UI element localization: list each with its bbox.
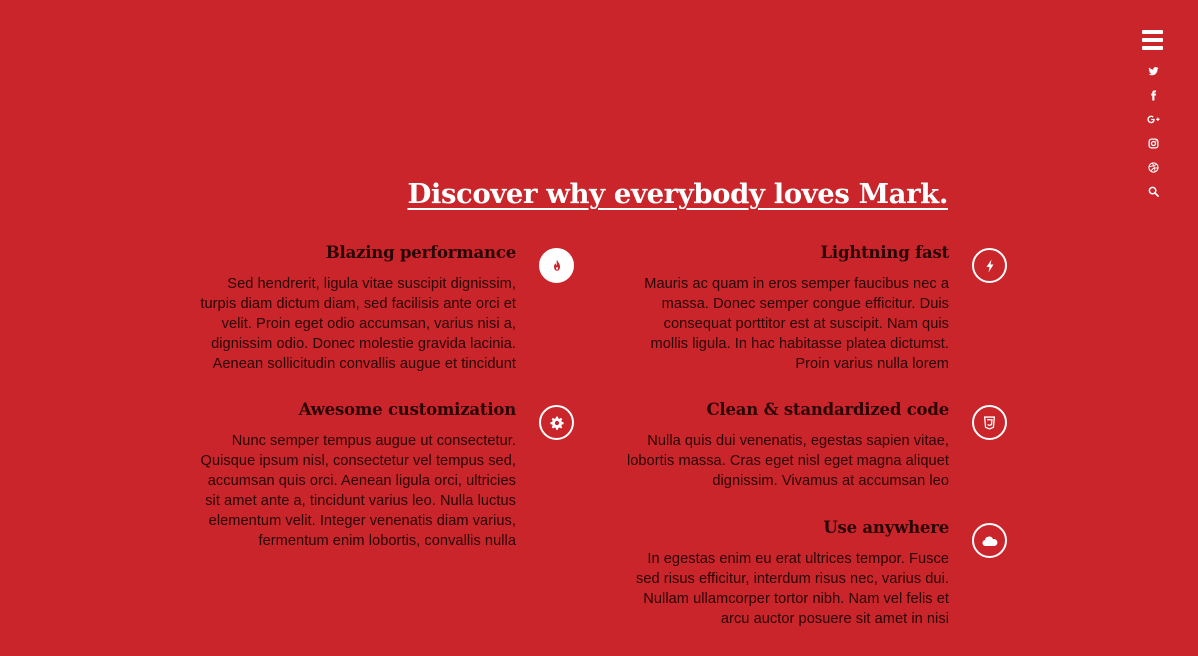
feature-clean-standardized-code: Clean & standardized code Nulla quis dui… (620, 399, 949, 491)
feature-title: Clean & standardized code (706, 400, 949, 419)
social-links (1143, 62, 1163, 206)
page-headline[interactable]: Discover why everybody loves Mark. (407, 178, 948, 210)
feature-title: Use anywhere (823, 518, 949, 537)
feature-description: In egestas enim eu erat ultrices tempor.… (636, 551, 949, 627)
feature-use-anywhere: Use anywhere In egestas enim eu erat ult… (630, 517, 949, 629)
cloud-icon (972, 523, 1007, 558)
instagram-icon[interactable] (1143, 138, 1163, 158)
feature-lightning-fast: Lightning fast Mauris ac quam in eros se… (630, 242, 949, 374)
feature-awesome-customization: Awesome customization Nunc semper tempus… (196, 399, 517, 551)
feature-blazing-performance: Blazing performance Sed hendrerit, ligul… (196, 242, 516, 374)
feature-description: Nulla quis dui venenatis, egestas sapien… (626, 433, 949, 489)
feature-title: Blazing performance (325, 243, 516, 262)
feature-title: Awesome customization (298, 400, 516, 419)
css3-icon (972, 405, 1007, 440)
feature-description: Sed hendrerit, ligula vitae suscipit dig… (200, 276, 516, 372)
lightning-icon (972, 248, 1007, 283)
twitter-icon[interactable] (1143, 66, 1163, 86)
feature-title: Lightning fast (820, 243, 950, 262)
flame-icon (539, 248, 574, 283)
dribbble-icon[interactable] (1143, 162, 1163, 182)
feature-description: Nunc semper tempus augue ut consectetur.… (200, 433, 516, 549)
gear-icon (539, 405, 574, 440)
feature-description: Mauris ac quam in eros semper faucibus n… (644, 276, 949, 372)
google-plus-icon[interactable] (1143, 114, 1163, 134)
hamburger-menu-icon[interactable] (1142, 30, 1163, 50)
facebook-icon[interactable] (1143, 90, 1163, 110)
search-icon[interactable] (1143, 186, 1163, 206)
